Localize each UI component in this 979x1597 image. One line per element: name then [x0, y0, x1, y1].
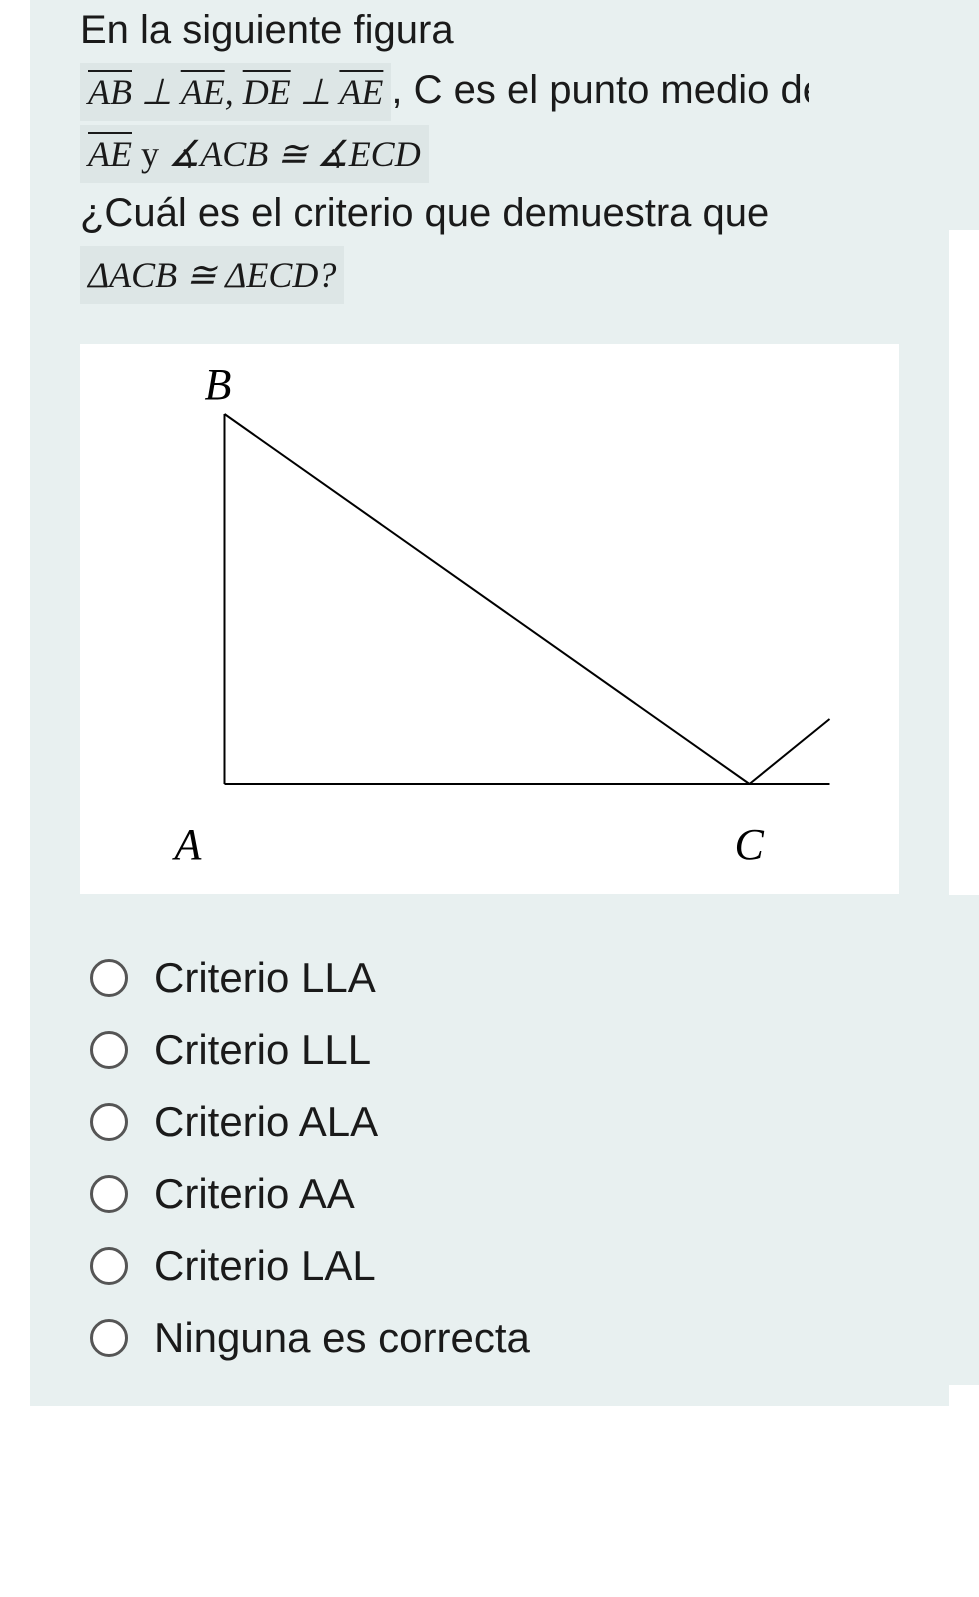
q-line1: En la siguiente figura: [80, 8, 454, 52]
triangle-figure: B A C: [110, 364, 869, 874]
math-expr-3: ΔACB ≅ ΔECD?: [80, 246, 344, 304]
option-row: Criterio LLL: [90, 1026, 899, 1074]
q-line3: ¿Cuál es el criterio que demuestra que: [80, 191, 769, 235]
option-label: Criterio LAL: [154, 1242, 376, 1290]
option-label: Criterio ALA: [154, 1098, 378, 1146]
option-label: Ninguna es correcta: [154, 1314, 530, 1362]
radio-aa[interactable]: [90, 1175, 128, 1213]
side-panel-bottom: [809, 895, 979, 1385]
radio-lll[interactable]: [90, 1031, 128, 1069]
option-row: Criterio LAL: [90, 1242, 899, 1290]
label-a: A: [172, 820, 203, 869]
option-row: Ninguna es correcta: [90, 1314, 899, 1362]
side-panel-top: [809, 0, 979, 230]
radio-lal[interactable]: [90, 1247, 128, 1285]
radio-lla[interactable]: [90, 959, 128, 997]
option-label: Criterio LLL: [154, 1026, 371, 1074]
option-label: Criterio AA: [154, 1170, 355, 1218]
option-row: Criterio AA: [90, 1170, 899, 1218]
label-c: C: [735, 820, 765, 869]
segment-cd-partial: [750, 719, 830, 784]
q-mid: , C es el punto medio de: [391, 68, 825, 112]
option-row: Criterio LLA: [90, 954, 899, 1002]
math-expr-2: AE y ∡ACB ≅ ∡ECD: [80, 125, 429, 183]
math-expr-1: AB ⊥ AE, DE ⊥ AE: [80, 63, 391, 121]
figure-area: B A C: [80, 344, 899, 894]
radio-ala[interactable]: [90, 1103, 128, 1141]
option-row: Criterio ALA: [90, 1098, 899, 1146]
radio-none[interactable]: [90, 1319, 128, 1357]
option-label: Criterio LLA: [154, 954, 376, 1002]
label-b: B: [205, 364, 232, 409]
segment-bc: [225, 414, 750, 784]
